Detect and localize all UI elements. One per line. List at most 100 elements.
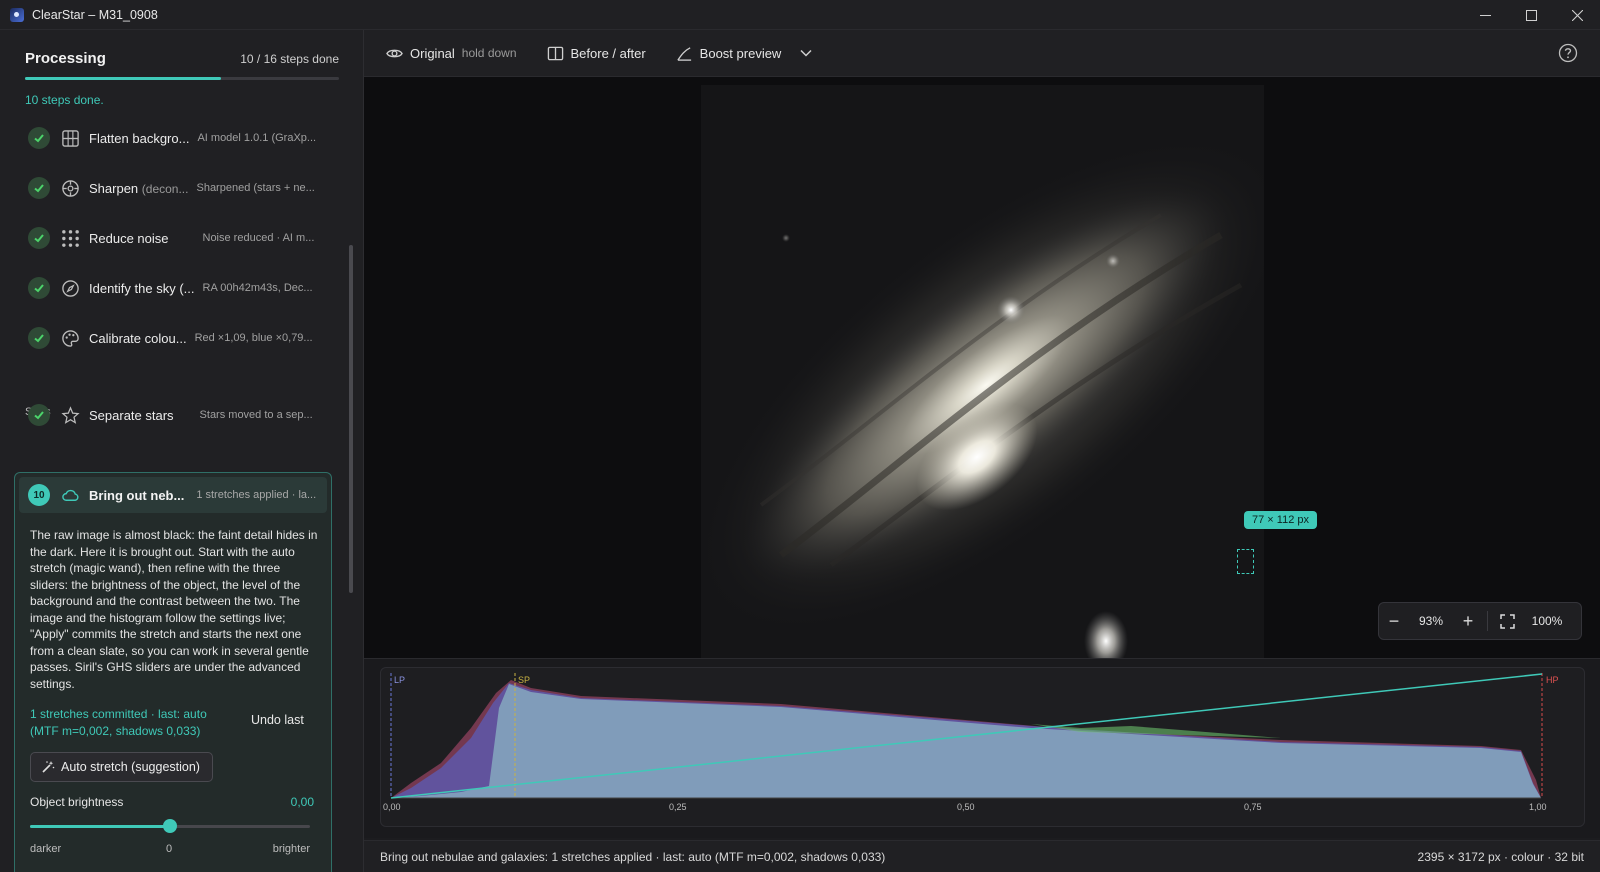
tick-025: 0,25 bbox=[669, 802, 687, 812]
sp-marker: SP bbox=[518, 675, 530, 685]
check-icon bbox=[28, 227, 50, 249]
step-separate-stars[interactable]: Separate stars Stars moved to a sep... bbox=[25, 397, 325, 433]
step-calibrate-colour[interactable]: Calibrate colou... Red ×1,09, blue ×0,79… bbox=[25, 320, 325, 356]
original-hint: hold down bbox=[461, 46, 517, 60]
close-icon bbox=[1571, 9, 1583, 21]
step-name: Separate stars bbox=[89, 407, 174, 423]
boost-preview-label: Boost preview bbox=[699, 45, 782, 61]
grid-icon bbox=[60, 128, 80, 148]
sidebar-title: Processing bbox=[25, 50, 106, 67]
tick-0: 0,00 bbox=[383, 802, 401, 812]
zoom-divider bbox=[1487, 611, 1488, 631]
chevron-down-icon[interactable] bbox=[799, 46, 813, 60]
curve-icon bbox=[677, 46, 691, 61]
step-name: Flatten backgro... bbox=[89, 130, 190, 146]
image-info: 2395 × 3172 px · colour · 32 bit bbox=[1417, 849, 1584, 864]
step-reduce-noise[interactable]: Reduce noise Noise reduced · AI m... bbox=[25, 220, 325, 256]
active-step-card: 10 Bring out neb... 1 stretches applied … bbox=[14, 472, 332, 872]
zoom-out-button[interactable]: − bbox=[1379, 611, 1409, 632]
hp-marker: HP bbox=[1546, 675, 1559, 685]
original-label: Original bbox=[410, 45, 455, 61]
star-icon bbox=[60, 405, 80, 425]
histogram[interactable]: LP SP HP 0,00 0,25 0,50 0,75 1,00 bbox=[380, 667, 1585, 827]
eye-icon bbox=[386, 49, 403, 57]
step-flatten-background[interactable]: Flatten backgro... AI model 1.0.1 (GraXp… bbox=[25, 120, 325, 156]
step-counter: 10 / 16 steps done bbox=[240, 52, 339, 66]
active-step-header[interactable]: 10 Bring out neb... 1 stretches applied … bbox=[19, 477, 327, 513]
original-toggle[interactable]: Original hold down bbox=[386, 45, 517, 62]
compass-icon bbox=[60, 278, 80, 298]
slider-fill bbox=[30, 825, 170, 828]
fit-to-screen-button[interactable] bbox=[1492, 613, 1522, 629]
help-icon[interactable] bbox=[1558, 43, 1578, 63]
step-name: Reduce noise bbox=[89, 230, 169, 246]
active-step-name: Bring out neb... bbox=[89, 487, 185, 503]
processing-sidebar: Processing 10 / 16 steps done 10 steps d… bbox=[0, 30, 364, 872]
histogram-chart: LP SP HP 0,00 0,25 0,50 0,75 1,00 bbox=[383, 673, 1559, 812]
lp-marker: LP bbox=[394, 675, 405, 685]
check-icon bbox=[28, 327, 50, 349]
slider-mid-label: 0 bbox=[166, 843, 173, 855]
step-number-badge: 10 bbox=[28, 484, 50, 506]
step-sharpen[interactable]: Sharpen (decon... Sharpened (stars + ne.… bbox=[25, 170, 325, 206]
sidebar-scrollbar[interactable] bbox=[349, 245, 353, 593]
tick-100: 1,00 bbox=[1529, 802, 1547, 812]
zoom-100-button[interactable]: 100% bbox=[1522, 614, 1572, 628]
boost-preview-toggle[interactable]: Boost preview bbox=[676, 45, 782, 62]
zoom-value: 93% bbox=[1418, 614, 1444, 628]
magic-wand-icon bbox=[42, 761, 55, 773]
crosshair-icon bbox=[60, 178, 80, 198]
window-title: ClearStar – M31_0908 bbox=[32, 7, 158, 22]
status-message: Bring out nebulae and galaxies: 1 stretc… bbox=[380, 849, 886, 864]
check-icon bbox=[28, 127, 50, 149]
sidebar-header: Processing 10 / 16 steps done bbox=[25, 50, 339, 67]
step-description: Stars moved to a sep... bbox=[199, 409, 313, 421]
step-identify-sky[interactable]: Identify the sky (... RA 00h42m43s, Dec.… bbox=[25, 270, 325, 306]
before-after-label: Before / after bbox=[570, 45, 646, 61]
slider-value: 0,00 bbox=[290, 795, 314, 809]
selection-box[interactable] bbox=[1237, 549, 1254, 574]
histogram-panel: LP SP HP 0,00 0,25 0,50 0,75 1,00 bbox=[364, 658, 1600, 838]
maximize-icon bbox=[1525, 9, 1537, 21]
auto-stretch-label: Auto stretch (suggestion) bbox=[61, 760, 200, 774]
image-canvas[interactable]: 77 × 112 px − 93% + 100% bbox=[364, 77, 1600, 658]
progress-fill bbox=[25, 77, 222, 80]
tick-075: 0,75 bbox=[1244, 802, 1262, 812]
undo-last-button[interactable]: Undo last bbox=[251, 713, 304, 727]
step-description: Sharpened (stars + ne... bbox=[196, 182, 315, 194]
title-bar: ClearStar – M31_0908 bbox=[0, 0, 1600, 30]
before-after-toggle[interactable]: Before / after bbox=[547, 45, 646, 62]
window-controls bbox=[1462, 0, 1600, 30]
auto-stretch-button[interactable]: Auto stretch (suggestion) bbox=[30, 752, 213, 782]
step-name: Sharpen (decon... bbox=[89, 180, 189, 196]
step-description: RA 00h42m43s, Dec... bbox=[202, 282, 313, 294]
check-icon bbox=[28, 277, 50, 299]
tick-050: 0,50 bbox=[957, 802, 975, 812]
step-description: Red ×1,09, blue ×0,79... bbox=[194, 332, 313, 344]
zoom-in-button[interactable]: + bbox=[1453, 611, 1483, 632]
zoom-controls: − 93% + 100% bbox=[1378, 602, 1582, 640]
maximize-button[interactable] bbox=[1508, 0, 1554, 30]
galaxy-render bbox=[701, 85, 1264, 658]
object-brightness-slider[interactable] bbox=[30, 819, 310, 833]
minimize-button[interactable] bbox=[1462, 0, 1508, 30]
step-explanation: The raw image is almost black: the faint… bbox=[30, 528, 318, 691]
close-button[interactable] bbox=[1554, 0, 1600, 30]
slider-label: Object brightness bbox=[30, 795, 124, 809]
status-bar: Bring out nebulae and galaxies: 1 stretc… bbox=[364, 840, 1600, 872]
slider-thumb[interactable] bbox=[163, 819, 177, 833]
check-icon bbox=[28, 404, 50, 426]
cloud-icon bbox=[60, 485, 80, 505]
progress-bar bbox=[25, 77, 339, 80]
slider-max-label: brighter bbox=[272, 843, 310, 855]
galaxy-image[interactable] bbox=[701, 85, 1264, 658]
split-view-icon bbox=[547, 46, 563, 60]
check-icon bbox=[28, 177, 50, 199]
step-description: Noise reduced · AI m... bbox=[202, 232, 315, 244]
dots-grid-icon bbox=[60, 228, 80, 248]
palette-icon bbox=[60, 328, 80, 348]
step-description: AI model 1.0.1 (GraXp... bbox=[197, 132, 317, 144]
steps-done-text: 10 steps done. bbox=[25, 93, 104, 107]
app-logo-icon bbox=[10, 7, 24, 22]
fit-screen-icon bbox=[1499, 613, 1515, 629]
